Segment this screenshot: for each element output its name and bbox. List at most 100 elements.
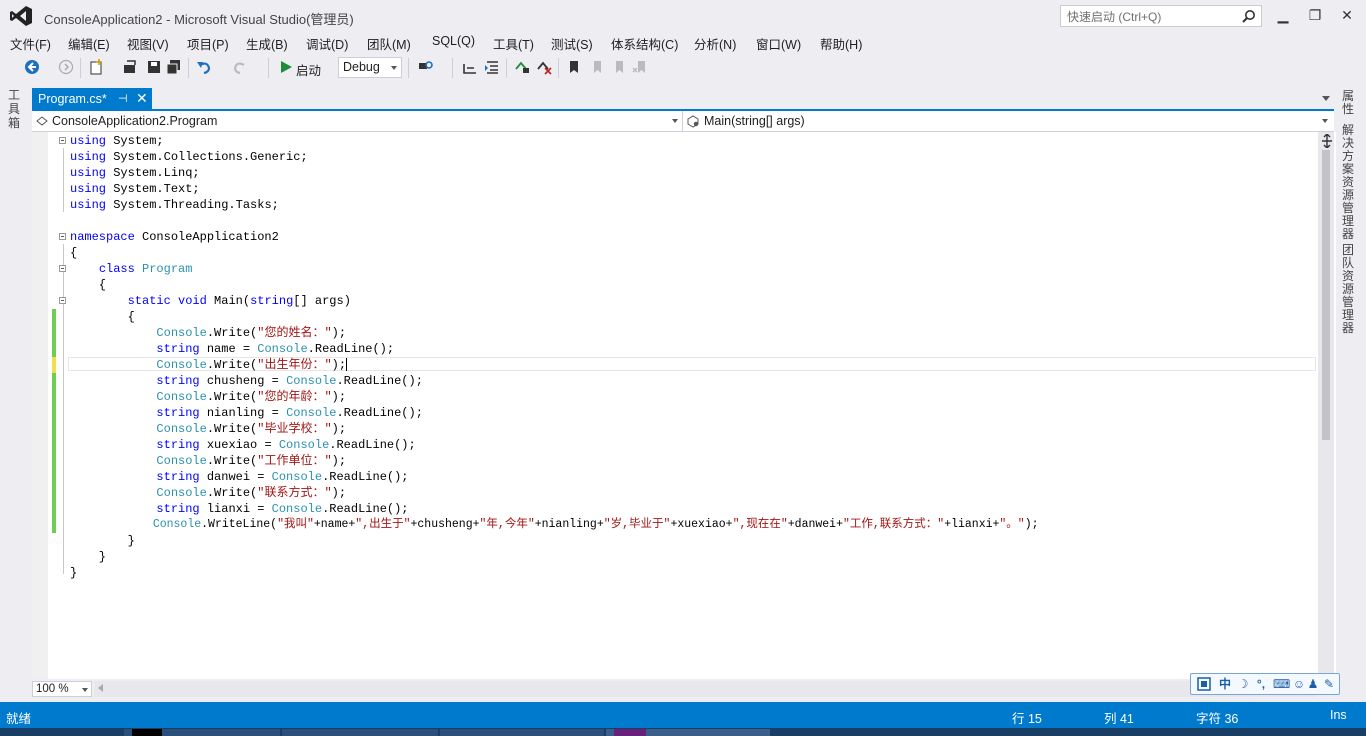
text-cursor <box>346 358 348 372</box>
menu-debug[interactable]: 调试(D) <box>306 34 348 53</box>
start-button-label[interactable]: 启动 <box>296 60 321 79</box>
save-all-icon[interactable] <box>166 59 182 75</box>
menu-build[interactable]: 生成(B) <box>246 34 288 53</box>
new-project-icon[interactable] <box>88 59 104 75</box>
menu-view[interactable]: 视图(V) <box>127 34 169 53</box>
menu-edit[interactable]: 编辑(E) <box>68 34 110 53</box>
code-line: } <box>70 550 107 564</box>
toolbox-tab[interactable]: 工具箱 <box>8 88 24 130</box>
taskbar-icon <box>132 729 162 736</box>
split-window-icon[interactable] <box>1320 134 1334 148</box>
ime-keyboard-icon[interactable]: ⌨ <box>1273 676 1290 692</box>
code-line: using System.Text; <box>70 182 200 196</box>
member-dropdown[interactable]: Main(string[] args) <box>684 111 1332 131</box>
menu-team[interactable]: 团队(M) <box>367 34 411 53</box>
class-dropdown[interactable]: ConsoleApplication2.Program <box>32 111 683 131</box>
menu-project[interactable]: 项目(P) <box>187 34 229 53</box>
code-line: class Program <box>98 262 193 276</box>
bookmark-icon[interactable] <box>566 59 582 75</box>
code-line: using System.Collections.Generic; <box>70 150 308 164</box>
start-debugging-icon[interactable] <box>278 59 294 75</box>
code-line: using System.Threading.Tasks; <box>70 198 279 212</box>
properties-tab[interactable]: 属性 <box>1342 90 1358 116</box>
menu-help[interactable]: 帮助(H) <box>820 34 862 53</box>
zoom-value: 100 % <box>36 683 69 695</box>
code-line: using System; <box>70 134 164 148</box>
standard-toolbar <box>0 54 1366 82</box>
comment-icon[interactable] <box>514 59 530 75</box>
indent-icon[interactable] <box>462 59 478 75</box>
ime-logo-icon[interactable] <box>1197 677 1211 691</box>
pin-icon[interactable]: ⊣ <box>118 92 128 105</box>
quick-launch-input[interactable] <box>1065 7 1239 27</box>
tab-program-cs[interactable]: Program.cs* ⊣ ✕ <box>32 88 152 110</box>
code-line: Console.Write("您的年龄："); <box>156 390 347 404</box>
ime-user-icon[interactable]: ♟ <box>1305 676 1321 692</box>
quick-launch[interactable] <box>1060 5 1262 27</box>
code-line: using System.Linq; <box>70 166 200 180</box>
code-line: Console.Write("工作单位："); <box>156 454 347 468</box>
menu-bar: 文件(F) 编辑(E) 视图(V) 项目(P) 生成(B) 调试(D) 团队(M… <box>0 32 1366 52</box>
back-icon[interactable] <box>24 59 40 75</box>
collapse-icon[interactable] <box>59 265 66 272</box>
solution-configuration-dropdown[interactable]: Debug <box>338 57 402 78</box>
menu-test[interactable]: 测试(S) <box>551 34 593 53</box>
uncomment-icon[interactable] <box>536 59 552 75</box>
previous-bookmark-icon[interactable] <box>588 59 604 75</box>
find-in-files-icon[interactable] <box>418 59 434 75</box>
outline-guide <box>63 244 64 574</box>
undo-icon[interactable] <box>196 59 212 75</box>
ime-punctuation-icon[interactable]: °, <box>1253 676 1269 692</box>
solution-explorer-tab[interactable]: 解决方案资源管理器 <box>1342 124 1358 241</box>
save-icon[interactable] <box>146 59 162 75</box>
ime-half-width-icon[interactable]: ☽ <box>1235 676 1251 692</box>
outdent-icon[interactable] <box>484 59 500 75</box>
toolbox-strip <box>0 84 26 702</box>
class-icon <box>36 116 48 126</box>
restore-button[interactable]: ❐ <box>1302 4 1328 26</box>
code-line: } <box>70 534 135 548</box>
code-line: string lianxi = Console.ReadLine(); <box>156 502 409 516</box>
code-line: string name = Console.ReadLine(); <box>156 342 395 356</box>
status-line: 行 15 <box>1012 712 1042 726</box>
code-line: Console.Write("毕业学校："); <box>156 422 347 436</box>
scroll-left-icon[interactable] <box>98 684 103 692</box>
collapse-icon[interactable] <box>59 137 66 144</box>
close-window-button[interactable]: ✕ <box>1334 4 1360 26</box>
menu-analyze[interactable]: 分析(N) <box>694 34 736 53</box>
saved-changes-bar <box>52 373 56 533</box>
code-line: string nianling = Console.ReadLine(); <box>156 406 423 420</box>
team-explorer-tab[interactable]: 团队资源管理器 <box>1342 244 1358 335</box>
menu-sql[interactable]: SQL(Q) <box>432 34 475 48</box>
forward-icon[interactable] <box>58 59 74 75</box>
close-tab-icon[interactable]: ✕ <box>136 90 148 107</box>
redo-icon[interactable] <box>232 59 248 75</box>
menu-tools[interactable]: 工具(T) <box>493 34 534 53</box>
next-bookmark-icon[interactable] <box>610 59 626 75</box>
ime-chinese-mode-icon[interactable]: 中 <box>1217 676 1233 692</box>
taskbar-item[interactable] <box>282 729 438 736</box>
open-file-icon[interactable] <box>122 59 138 75</box>
zoom-dropdown[interactable]: 100 % <box>32 681 92 697</box>
menu-file[interactable]: 文件(F) <box>10 34 51 53</box>
indicator-margin <box>32 132 48 679</box>
search-icon[interactable] <box>1242 9 1256 23</box>
collapse-icon[interactable] <box>59 233 66 240</box>
minimize-button[interactable]: ▁ <box>1270 4 1296 26</box>
ime-settings-icon[interactable]: ✎ <box>1321 676 1337 692</box>
horizontal-scrollbar[interactable] <box>94 681 1318 697</box>
scrollbar-thumb[interactable] <box>1322 150 1330 440</box>
ime-toolbar: 中 ☽ °, ⌨ ☺ ♟ ✎ <box>1190 673 1340 695</box>
navigation-bar: ConsoleApplication2.Program Main(string[… <box>32 111 1334 132</box>
collapse-icon[interactable] <box>59 297 66 304</box>
status-column: 列 41 <box>1104 712 1134 726</box>
code-line: Console.WriteLine("我叫"+name+",出生于"+chush… <box>152 518 1039 531</box>
chevron-down-icon <box>1322 119 1328 123</box>
clear-bookmarks-icon[interactable] <box>632 59 648 75</box>
taskbar-item[interactable] <box>440 729 604 736</box>
code-line: { <box>70 246 78 260</box>
unsaved-changes-bar <box>52 357 56 373</box>
menu-architecture[interactable]: 体系结构(C) <box>611 34 678 53</box>
tab-overflow-icon[interactable] <box>1322 96 1330 101</box>
menu-window[interactable]: 窗口(W) <box>756 34 801 53</box>
